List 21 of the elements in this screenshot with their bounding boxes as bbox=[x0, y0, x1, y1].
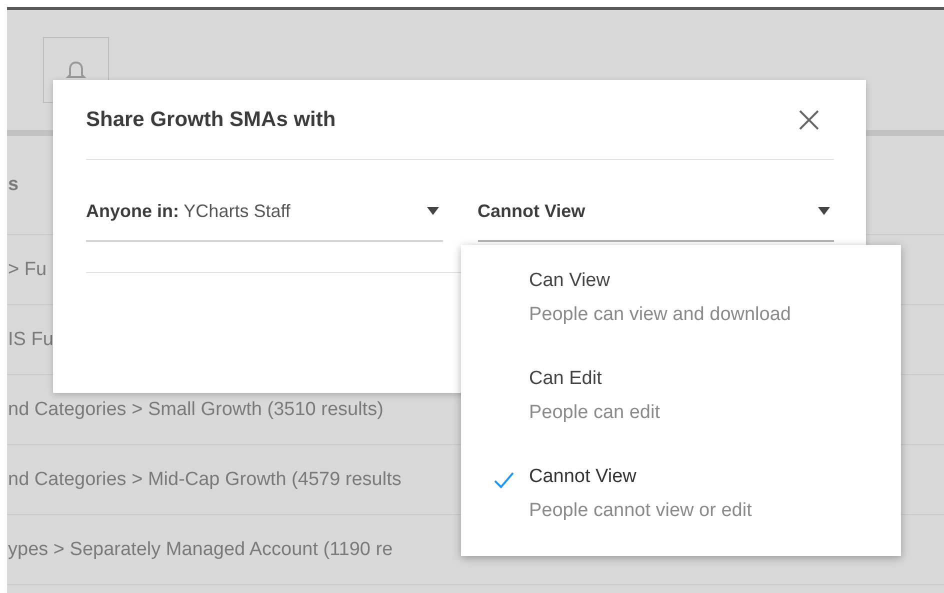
table-cell: nd Categories > Small Growth (3510 results) bbox=[7, 398, 384, 420]
option-title: Can View bbox=[529, 270, 611, 292]
check-icon bbox=[493, 471, 515, 489]
option-title: Cannot View bbox=[529, 466, 638, 488]
column-header: s bbox=[7, 174, 19, 196]
menu-item[interactable]: Can Edit People can edit bbox=[461, 368, 901, 466]
close-icon[interactable] bbox=[798, 108, 820, 130]
option-description: People can edit bbox=[529, 402, 660, 424]
table-cell: IS Fu bbox=[7, 328, 54, 350]
audience-select[interactable]: Anyone in: YCharts Staff bbox=[86, 182, 442, 242]
caret-icon bbox=[426, 207, 438, 215]
option-description: People can view and download bbox=[529, 304, 791, 326]
table-cell: nd Categories > Mid-Cap Growth (4579 results bbox=[7, 468, 402, 490]
table-cell: > Fu bbox=[7, 258, 47, 280]
table-cell: ypes > Separately Managed Account (1190 re bbox=[7, 538, 393, 560]
dialog-title: Share Growth SMAs with bbox=[86, 108, 336, 132]
option-title: Can Edit bbox=[529, 368, 603, 390]
menu-item[interactable]: Can View People can view and download bbox=[461, 270, 901, 368]
caret-icon bbox=[818, 207, 830, 215]
menu-item[interactable]: Cannot View People cannot view or edit bbox=[461, 466, 901, 564]
option-description: People cannot view or edit bbox=[529, 500, 752, 522]
